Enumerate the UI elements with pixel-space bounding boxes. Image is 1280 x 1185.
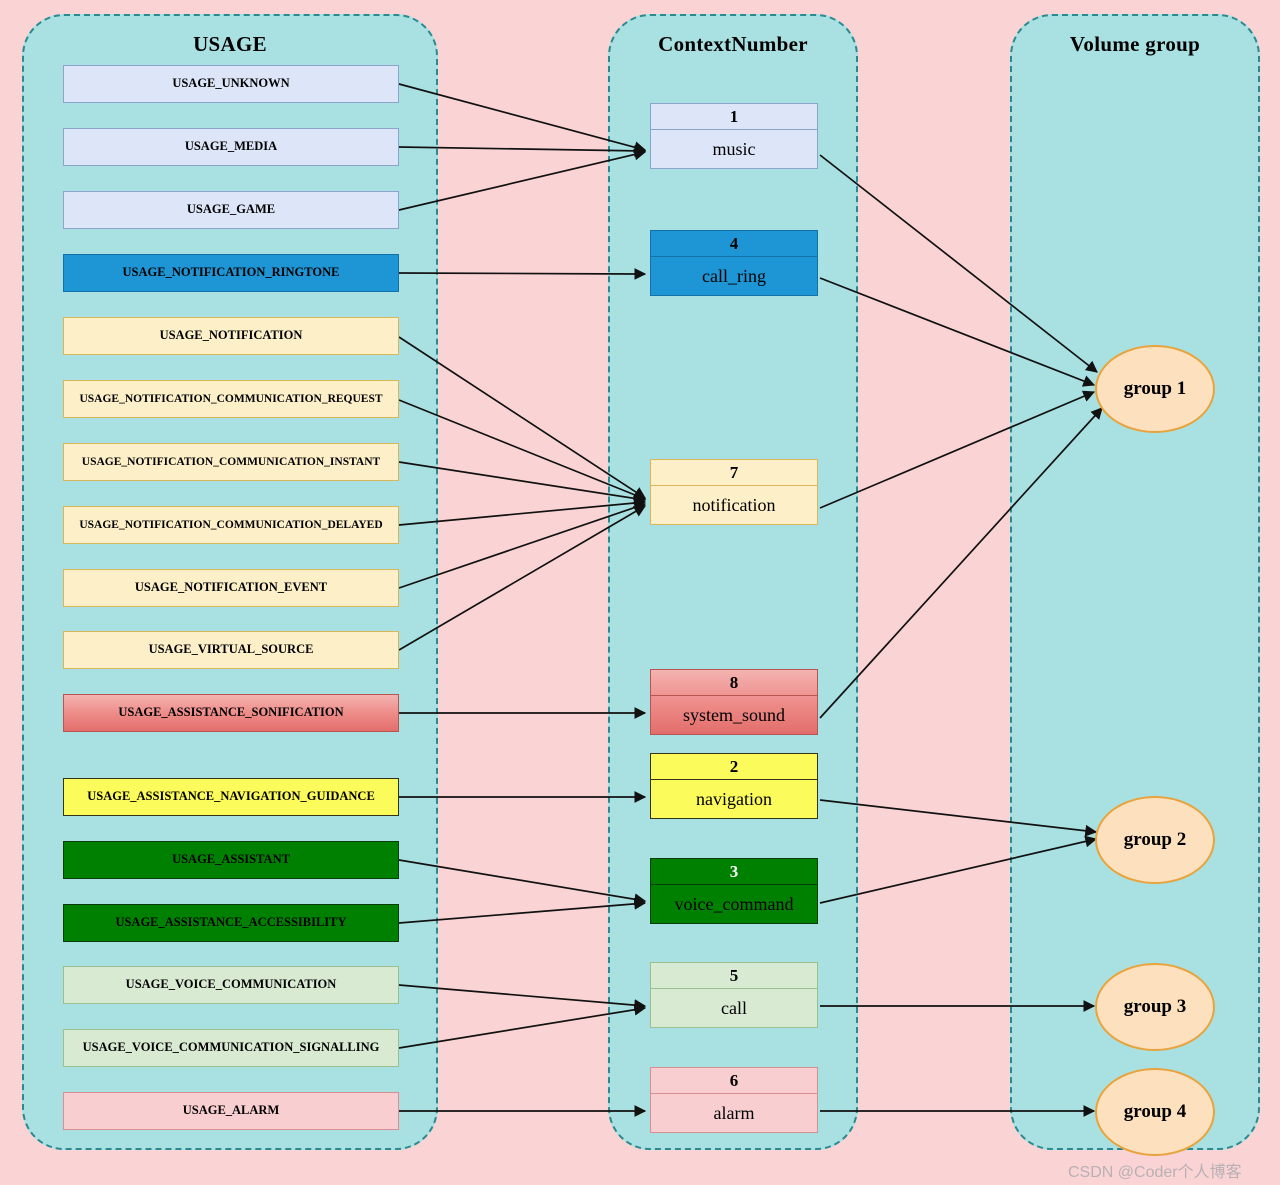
context-label-music: music [712,138,756,159]
context-box-voice-command[interactable]: 3 voice_command [650,858,818,924]
context-box-call-ring[interactable]: 4 call_ring [650,230,818,296]
context-number-system-sound: 8 [651,670,817,696]
usage-box-usage-notification-event[interactable]: USAGE_NOTIFICATION_EVENT [63,569,399,607]
usage-box-usage-notification-communication-request[interactable]: USAGE_NOTIFICATION_COMMUNICATION_REQUEST [63,380,399,418]
context-box-notification[interactable]: 7 notification [650,459,818,525]
context-label-notification: notification [692,494,776,515]
usage-box-usage-notification-communication-delayed[interactable]: USAGE_NOTIFICATION_COMMUNICATION_DELAYED [63,506,399,544]
volume-group-3[interactable]: group 3 [1095,963,1215,1051]
volume-group-4[interactable]: group 4 [1095,1068,1215,1156]
usage-box-usage-assistance-accessibility[interactable]: USAGE_ASSISTANCE_ACCESSIBILITY [63,904,399,942]
volume-group-1[interactable]: group 1 [1095,345,1215,433]
panel-title-contextnumber: ContextNumber [658,32,808,56]
usage-box-usage-notification-ringtone[interactable]: USAGE_NOTIFICATION_RINGTONE [63,254,399,292]
usage-box-usage-game[interactable]: USAGE_GAME [63,191,399,229]
context-number-voice-command: 3 [651,859,817,885]
context-number-music: 1 [651,104,817,130]
context-box-navigation[interactable]: 2 navigation [650,753,818,819]
usage-box-usage-assistance-navigation-guidance[interactable]: USAGE_ASSISTANCE_NAVIGATION_GUIDANCE [63,778,399,816]
context-number-alarm: 6 [651,1068,817,1094]
usage-box-usage-voice-communication[interactable]: USAGE_VOICE_COMMUNICATION [63,966,399,1004]
diagram-canvas: USAGE ContextNumber Volume group USAGE_U… [0,0,1280,1185]
context-label-call: call [721,997,747,1018]
context-box-call[interactable]: 5 call [650,962,818,1028]
panel-title-usage: USAGE [193,32,267,56]
context-label-navigation: navigation [696,788,772,809]
context-number-call-ring: 4 [651,231,817,257]
context-number-call: 5 [651,963,817,989]
context-box-alarm[interactable]: 6 alarm [650,1067,818,1133]
context-label-alarm: alarm [713,1102,755,1123]
usage-box-usage-unknown[interactable]: USAGE_UNKNOWN [63,65,399,103]
context-box-music[interactable]: 1 music [650,103,818,169]
context-label-system-sound: system_sound [682,704,785,725]
watermark-text: CSDN @Coder个人博客 [1068,1164,1242,1181]
usage-box-usage-media[interactable]: USAGE_MEDIA [63,128,399,166]
context-box-system-sound[interactable]: 8 system_sound [650,669,818,735]
usage-box-usage-voice-communication-signalling[interactable]: USAGE_VOICE_COMMUNICATION_SIGNALLING [63,1029,399,1067]
context-label-call-ring: call_ring [702,265,766,286]
context-number-navigation: 2 [651,754,817,780]
usage-box-usage-alarm[interactable]: USAGE_ALARM [63,1092,399,1130]
usage-box-usage-virtual-source[interactable]: USAGE_VIRTUAL_SOURCE [63,631,399,669]
usage-box-usage-assistant[interactable]: USAGE_ASSISTANT [63,841,399,879]
usage-box-usage-assistance-sonification[interactable]: USAGE_ASSISTANCE_SONIFICATION [63,694,399,732]
usage-box-usage-notification-communication-instant[interactable]: USAGE_NOTIFICATION_COMMUNICATION_INSTANT [63,443,399,481]
usage-box-usage-notification[interactable]: USAGE_NOTIFICATION [63,317,399,355]
volume-group-2[interactable]: group 2 [1095,796,1215,884]
context-number-notification: 7 [651,460,817,486]
context-label-voice-command: voice_command [674,893,794,914]
panel-title-volume-group: Volume group [1069,32,1201,56]
